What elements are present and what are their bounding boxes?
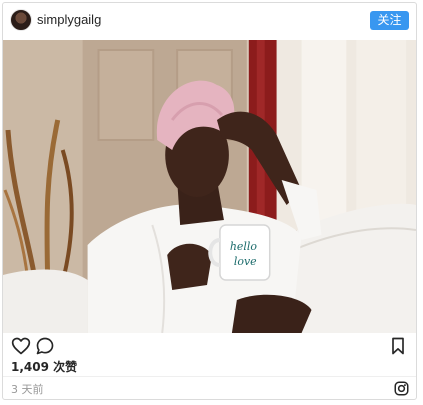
likes-count[interactable]: 1,409 次赞 <box>11 358 77 375</box>
post-card: simplygailg 关注 hello love 1,409 次赞 3 天前 <box>2 2 417 400</box>
follow-button[interactable]: 关注 <box>370 11 409 30</box>
avatar[interactable] <box>10 9 32 31</box>
action-bar <box>3 336 416 358</box>
username[interactable]: simplygailg <box>37 12 101 27</box>
post-photo[interactable]: hello love <box>3 40 416 333</box>
instagram-icon[interactable] <box>394 381 409 396</box>
post-header: simplygailg 关注 <box>3 3 416 39</box>
svg-text:hello: hello <box>230 240 258 253</box>
heart-icon[interactable] <box>11 336 31 356</box>
post-time: 3 天前 <box>11 383 44 396</box>
comment-icon[interactable] <box>35 336 55 356</box>
svg-text:love: love <box>234 255 257 268</box>
divider <box>3 376 416 377</box>
bookmark-icon[interactable] <box>388 336 408 356</box>
